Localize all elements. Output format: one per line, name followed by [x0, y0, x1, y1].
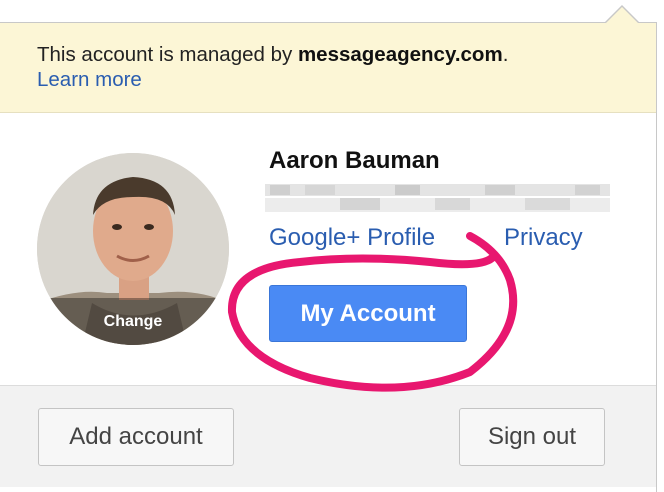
email-redacted [265, 184, 610, 212]
avatar[interactable]: Change [37, 153, 229, 345]
learn-more-link[interactable]: Learn more [37, 68, 142, 92]
change-photo-label[interactable]: Change [37, 313, 229, 331]
managed-notice-text: This account is managed by messageagency… [37, 43, 508, 67]
popup-caret-fill [605, 7, 639, 24]
sign-out-button[interactable]: Sign out [459, 408, 605, 466]
managing-domain: messageagency.com [297, 43, 503, 66]
my-account-button[interactable]: My Account [269, 285, 467, 342]
notice-prefix: This account is managed by [37, 43, 298, 66]
add-account-button[interactable]: Add account [38, 408, 234, 466]
account-name: Aaron Bauman [269, 147, 440, 174]
google-plus-profile-link[interactable]: Google+ Profile [269, 224, 435, 252]
privacy-link[interactable]: Privacy [504, 224, 583, 252]
notice-suffix: . [502, 43, 509, 66]
